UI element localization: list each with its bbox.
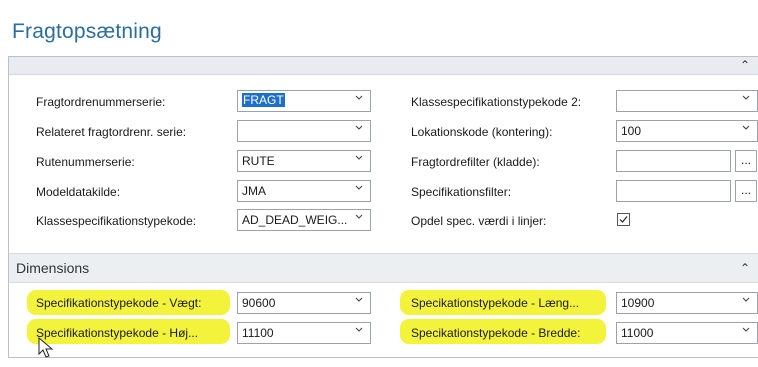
label-fragtordrefilter: Fragtordrefilter (kladde):: [411, 155, 540, 169]
field-value: JMA: [242, 184, 266, 198]
chevron-down-icon[interactable]: [742, 94, 750, 102]
field-value: FRAGT: [242, 93, 285, 107]
chevron-down-icon[interactable]: [355, 154, 363, 162]
page-title: Fragtopsætning: [12, 20, 162, 43]
chevron-down-icon[interactable]: [742, 124, 750, 132]
field-value: 100: [621, 124, 642, 138]
label-specifikationstypekode-vaegt: Specifikationstypekode - Vægt:: [36, 296, 202, 310]
field-value: 11000: [621, 326, 654, 340]
label-specifikationsfilter: Specifikationsfilter:: [411, 185, 512, 199]
label-relateret-fragtordrenr-serie: Relateret fragtordrenr. serie:: [36, 125, 187, 139]
label-rutenummerserie: Rutenummerserie:: [36, 155, 135, 169]
chevron-down-icon[interactable]: [742, 296, 750, 304]
chevron-down-icon[interactable]: [355, 326, 363, 334]
label-opdel-spec-vaerdi: Opdel spec. værdi i linjer:: [411, 214, 547, 228]
checkmark-icon: [619, 216, 628, 223]
chevron-down-icon[interactable]: [355, 124, 363, 132]
chevron-down-icon[interactable]: [742, 326, 750, 334]
dimensions-section-header[interactable]: Dimensions ⌃: [9, 253, 758, 283]
relateret-fragtordrenr-serie-select[interactable]: [237, 120, 371, 142]
general-collapse-bar[interactable]: ⌃: [9, 57, 758, 75]
specifikationstypekode-hojde-select[interactable]: 11100: [237, 322, 371, 344]
label-fragtordrenummerserie: Fragtordrenummerserie:: [36, 95, 166, 109]
mouse-cursor-icon: [38, 337, 54, 358]
label-lokationskode: Lokationskode (kontering):: [411, 125, 553, 139]
field-value: RUTE: [242, 154, 275, 168]
fragtordrefilter-lookup-button[interactable]: ...: [735, 150, 757, 172]
rutenummerserie-select[interactable]: RUTE: [237, 150, 371, 172]
lokationskode-select[interactable]: 100: [616, 120, 758, 142]
klassespecifikationstypekode-2-select[interactable]: [616, 90, 758, 112]
field-value: AD_DEAD_WEIG...: [242, 213, 348, 227]
chevron-up-icon[interactable]: ⌃: [740, 57, 750, 74]
modeldatakilde-select[interactable]: JMA: [237, 180, 371, 202]
specifikationsfilter-lookup-button[interactable]: ...: [735, 180, 757, 202]
specikationstypekode-laengde-select[interactable]: 10900: [616, 292, 758, 314]
chevron-down-icon[interactable]: [355, 213, 363, 221]
label-specikationstypekode-bredde: Specikationstypekode - Bredde:: [411, 326, 581, 340]
label-klassespecifikationstypekode-2: Klassespecifikationstypekode 2:: [411, 95, 582, 109]
fragtordrenummerserie-select[interactable]: FRAGT: [237, 90, 371, 112]
fragtordrefilter-input[interactable]: [616, 150, 731, 172]
label-specikationstypekode-laengde: Specikationstypekode - Læng...: [411, 296, 580, 310]
chevron-down-icon[interactable]: [355, 94, 363, 102]
chevron-up-icon[interactable]: ⌃: [740, 254, 750, 282]
dimensions-title: Dimensions: [16, 260, 90, 276]
chevron-down-icon[interactable]: [355, 296, 363, 304]
label-specifikationstypekode-hojde: Specifikationstypekode - Høj...: [36, 326, 199, 340]
chevron-down-icon[interactable]: [355, 184, 363, 192]
label-klassespecifikationstypekode: Klassespecifikationstypekode:: [36, 214, 197, 228]
specikationstypekode-bredde-select[interactable]: 11000: [616, 322, 758, 344]
opdel-spec-vaerdi-checkbox[interactable]: [617, 213, 630, 226]
specifikationsfilter-input[interactable]: [616, 180, 731, 202]
field-value: 11100: [242, 326, 274, 340]
field-value: 10900: [621, 296, 655, 310]
specifikationstypekode-vaegt-select[interactable]: 90600: [237, 292, 371, 314]
label-modeldatakilde: Modeldatakilde:: [36, 185, 121, 199]
klassespecifikationstypekode-select[interactable]: AD_DEAD_WEIG...: [237, 209, 371, 231]
field-value: 90600: [242, 296, 276, 310]
